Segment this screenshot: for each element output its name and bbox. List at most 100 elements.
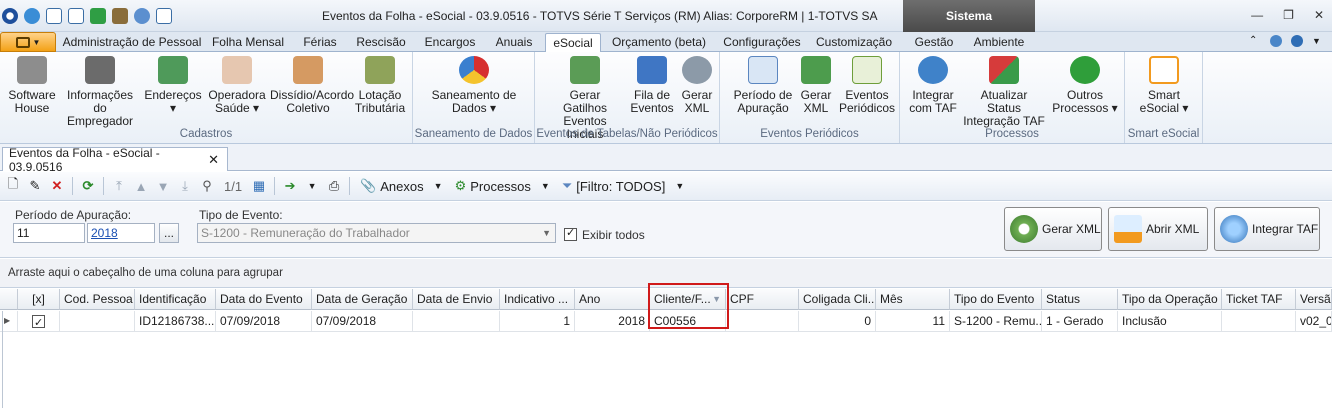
column-header-status[interactable]: Status — [1042, 289, 1118, 310]
smart-esocial-button[interactable]: Smart eSocial ▾ — [1137, 56, 1191, 115]
close-icon[interactable]: ✕ — [1314, 8, 1324, 22]
tab-customizacao[interactable]: Customização — [812, 33, 896, 52]
cell-data-geracao[interactable]: 07/09/2018 — [312, 311, 413, 332]
column-header-tipo-operacao[interactable]: Tipo da Operação — [1118, 289, 1222, 310]
column-header-cod-pessoa[interactable]: Cod. Pessoa — [60, 289, 135, 310]
copy-icon[interactable] — [156, 8, 172, 24]
tab-ferias[interactable]: Férias — [296, 33, 344, 52]
periodo-mes-input[interactable]: 11 — [13, 223, 85, 243]
column-header-mes[interactable]: Mês — [876, 289, 950, 310]
export-icon[interactable]: ➔ — [281, 176, 299, 196]
chevron-down-icon[interactable]: ▼ — [303, 176, 321, 196]
column-header-coligada-cliente[interactable]: Coligada Cli... — [799, 289, 876, 310]
tab-administracao[interactable]: Administração de Pessoal — [62, 33, 202, 52]
atualizar-status-button[interactable]: Atualizar Status Integração TAF — [962, 56, 1046, 128]
edit-icon[interactable]: ✎ — [26, 176, 44, 196]
integrar-taf-button[interactable]: Integrar TAF — [1214, 207, 1320, 251]
fila-eventos-button[interactable]: Fila de Eventos — [629, 56, 675, 115]
outros-processos-button[interactable]: Outros Processos ▾ — [1052, 56, 1118, 115]
gerar-xml-tabelas-button[interactable]: Gerar XML — [677, 56, 717, 115]
column-header-cpf[interactable]: CPF — [726, 289, 799, 310]
gerar-xml-periodicos-button[interactable]: Gerar XML — [796, 56, 836, 115]
processos-button[interactable]: ⚙ Processos ▼ — [451, 178, 554, 194]
browse-button[interactable]: ... — [159, 223, 179, 243]
tab-encargos[interactable]: Encargos — [418, 33, 482, 52]
new-icon[interactable]: 🗋 — [4, 176, 22, 196]
last-record-icon[interactable]: ⤓ — [176, 176, 194, 196]
cell-versao[interactable]: v02_0 — [1296, 311, 1332, 332]
print-icon[interactable]: ⎙ — [325, 176, 343, 196]
globe-menu-icon[interactable] — [24, 8, 40, 24]
column-header-indicativo[interactable]: Indicativo ... — [500, 289, 575, 310]
app-logo-icon[interactable] — [2, 8, 18, 24]
tab-gestao[interactable]: Gestão — [903, 33, 965, 52]
column-header-data-envio[interactable]: Data de Envio — [413, 289, 500, 310]
tab-esocial[interactable]: eSocial — [545, 33, 601, 52]
cell-status[interactable]: 1 - Gerado — [1042, 311, 1118, 332]
column-header-ticket-taf[interactable]: Ticket TAF — [1222, 289, 1296, 310]
lotacao-tributaria-button[interactable]: Lotação Tributária — [352, 56, 408, 115]
tab-folha-mensal[interactable]: Folha Mensal — [206, 33, 290, 52]
column-header-tipo-evento[interactable]: Tipo do Evento — [950, 289, 1042, 310]
column-header-identificacao[interactable]: Identificação — [135, 289, 216, 310]
filtro-button[interactable]: ⏷ [Filtro: TODOS] ▼ — [558, 178, 688, 194]
world-icon[interactable] — [1270, 35, 1282, 47]
first-record-icon[interactable]: ⤒ — [110, 176, 128, 196]
next-record-icon[interactable]: ▼ — [154, 176, 172, 196]
column-header-select[interactable]: [x] — [18, 289, 60, 310]
operadora-saude-button[interactable]: Operadora Saúde ▾ — [208, 56, 266, 115]
cell-ticket-taf[interactable] — [1222, 311, 1296, 332]
table-row-checkbox[interactable] — [18, 311, 60, 332]
refresh-icon[interactable]: ⟳ — [79, 176, 97, 196]
binoculars-icon[interactable]: ⚲ — [198, 176, 216, 196]
cell-mes[interactable]: 11 — [876, 311, 950, 332]
integrar-taf-ribbon-button[interactable]: Integrar com TAF — [908, 56, 958, 115]
dissidio-acordo-button[interactable]: Dissídio/Acordo Coletivo — [270, 56, 354, 115]
abrir-xml-button[interactable]: Abrir XML — [1108, 207, 1208, 251]
cell-tipo-evento[interactable]: S-1200 - Remu... — [950, 311, 1042, 332]
chevron-down-icon[interactable]: ▼ — [1312, 35, 1324, 47]
cell-tipo-operacao[interactable]: Inclusão — [1118, 311, 1222, 332]
help-icon[interactable] — [1291, 35, 1303, 47]
software-house-button[interactable]: Software House — [4, 56, 60, 115]
world-icon[interactable] — [134, 8, 150, 24]
row-checkbox[interactable] — [32, 313, 45, 331]
tab-ambiente[interactable]: Ambiente — [968, 33, 1030, 52]
column-header-data-evento[interactable]: Data do Evento — [216, 289, 312, 310]
tipo-evento-select[interactable]: S-1200 - Remuneração do Trabalhador ▼ — [197, 223, 556, 243]
tab-configuracoes[interactable]: Configurações — [718, 33, 806, 52]
minimize-icon[interactable]: — — [1251, 8, 1263, 22]
grid-view-icon[interactable]: ▦ — [250, 176, 268, 196]
column-header-ano[interactable]: Ano — [575, 289, 650, 310]
cell-data-envio[interactable] — [413, 311, 500, 332]
column-header-versao[interactable]: Versão — [1296, 289, 1332, 310]
tab-anuais[interactable]: Anuais — [488, 33, 540, 52]
restore-icon[interactable]: ❐ — [1283, 8, 1294, 22]
window-icon[interactable] — [46, 8, 62, 24]
document-tab[interactable]: Eventos da Folha - eSocial - 03.9.0516 ✕ — [2, 146, 228, 174]
column-header-data-geracao[interactable]: Data de Geração — [312, 289, 413, 310]
periodo-apuracao-button[interactable]: Período de Apuração — [732, 56, 794, 115]
cell-ano[interactable]: 2018 — [575, 311, 650, 332]
informacoes-empregador-button[interactable]: Informações do Empregador — [64, 56, 136, 128]
window-list-icon[interactable] — [68, 8, 84, 24]
tab-orcamento[interactable]: Orçamento (beta) — [607, 33, 711, 52]
saneamento-dados-button[interactable]: Saneamento de Dados ▾ — [427, 56, 521, 115]
periodo-ano-input[interactable]: 2018 — [87, 223, 155, 243]
delete-icon[interactable]: ✕ — [48, 176, 66, 196]
cell-data-evento[interactable]: 07/09/2018 — [216, 311, 312, 332]
collapse-ribbon-icon[interactable]: ⌃ — [1249, 35, 1261, 47]
file-menu-button[interactable]: ▼ — [0, 32, 56, 52]
tab-rescisao[interactable]: Rescisão — [350, 33, 412, 52]
gerar-xml-button[interactable]: Gerar XML — [1004, 207, 1102, 251]
cell-cod-pessoa[interactable] — [60, 311, 135, 332]
cell-identificacao[interactable]: ID12186738... — [135, 311, 216, 332]
close-tab-icon[interactable]: ✕ — [208, 152, 219, 168]
exibir-todos-checkbox[interactable] — [564, 226, 577, 241]
enderecos-button[interactable]: Endereços ▾ — [142, 56, 204, 115]
run-icon[interactable] — [90, 8, 106, 24]
anexos-button[interactable]: 📎 Anexos ▼ — [356, 178, 446, 194]
cell-indicativo[interactable]: 1 — [500, 311, 575, 332]
cell-coligada-cliente[interactable]: 0 — [799, 311, 876, 332]
eventos-periodicos-button[interactable]: Eventos Periódicos — [838, 56, 896, 115]
